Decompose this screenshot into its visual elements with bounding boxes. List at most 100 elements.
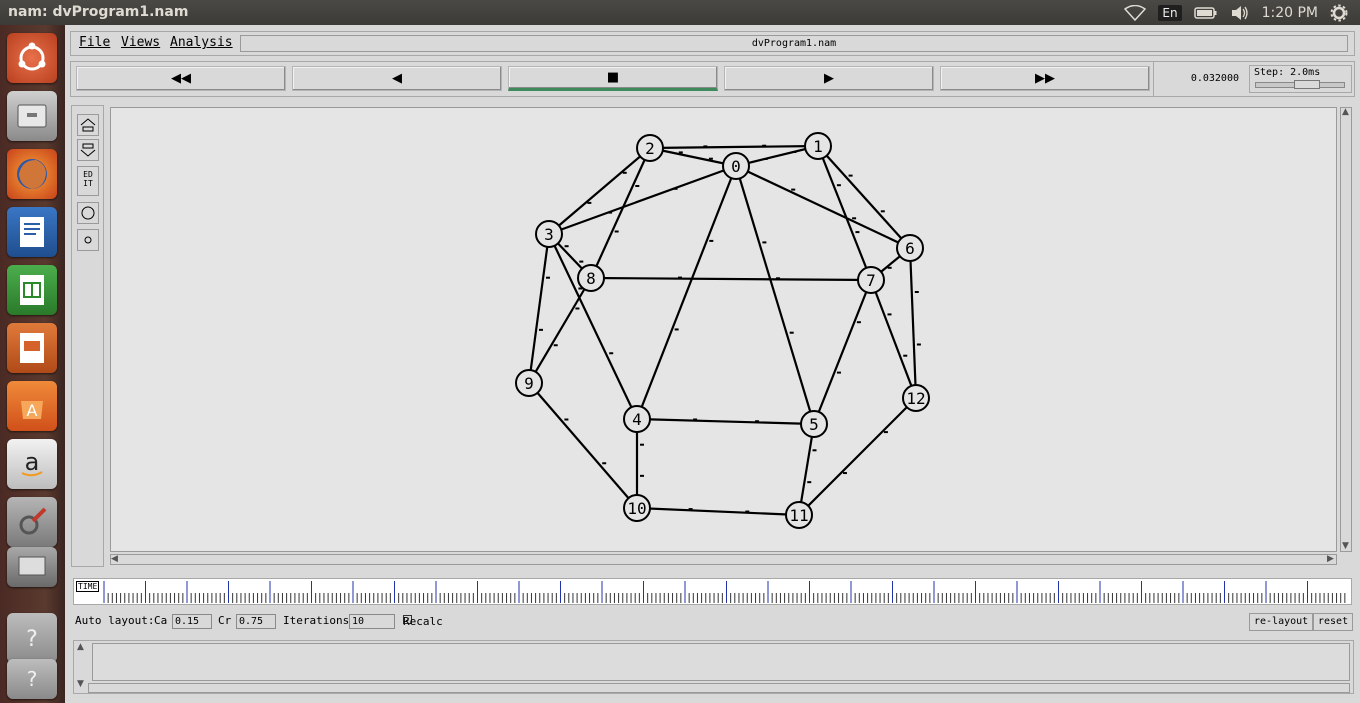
link-7-5[interactable] [812,279,873,425]
system-settings-icon[interactable] [7,497,57,547]
node-11[interactable]: 11 [785,501,813,529]
firefox-icon[interactable] [7,149,57,199]
reset-button[interactable]: reset [1313,613,1354,631]
annotation-list[interactable] [92,643,1350,681]
annotation-pane: ▲ ▼ [73,640,1354,694]
packet [836,184,841,187]
ca-input[interactable] [172,614,212,629]
node-label: 10 [627,499,646,518]
link-9-10[interactable] [528,382,638,509]
workspace-icon[interactable] [7,547,57,587]
iterations-input[interactable] [349,614,395,629]
stop-button[interactable]: ■ [508,66,718,91]
node-label: 9 [524,374,534,393]
small-node-tool-icon[interactable] [77,229,99,251]
packet [762,144,767,147]
link-3-9[interactable] [527,233,551,384]
play-button[interactable]: ▶ [724,66,934,91]
network-canvas[interactable]: 0 1 2 3 4 5 6 7 8 9 10 11 12 [110,107,1337,552]
zoom-out-icon[interactable] [77,139,99,161]
fast-forward-button[interactable]: ▶▶ [940,66,1150,91]
pane-scroll-up-icon[interactable]: ▲ [77,642,84,652]
calc-icon[interactable] [7,265,57,315]
menu-views[interactable]: Views [121,35,160,50]
packet [640,474,644,477]
volume-icon[interactable] [1230,5,1250,21]
trace-filename: dvProgram1.nam [240,35,1348,52]
node-5[interactable]: 5 [800,410,828,438]
packet [762,241,767,244]
help-icon[interactable]: ? [7,613,57,663]
node-2[interactable]: 2 [636,134,664,162]
node-10[interactable]: 10 [623,494,651,522]
pane-scroll-down-icon[interactable]: ▼ [77,679,84,689]
link-6-12[interactable] [908,247,918,399]
link-0-5[interactable] [734,165,816,425]
timeline[interactable]: TIME [73,578,1352,605]
recalc-label: Recalc [403,615,443,628]
node-8[interactable]: 8 [577,264,605,292]
step-slider[interactable]: Step: 2.0ms [1249,65,1352,93]
ubuntu-dash-icon[interactable] [7,33,57,83]
software-center-icon[interactable]: A [7,381,57,431]
link-1-7[interactable] [816,145,873,281]
wifi-icon[interactable] [1124,4,1147,21]
scroll-down-icon[interactable]: ▼ [1342,541,1349,551]
link-2-1[interactable] [649,144,819,150]
node-9[interactable]: 9 [515,369,543,397]
writer-icon[interactable] [7,207,57,257]
clock[interactable]: 1:20 PM [1262,5,1318,21]
node-4[interactable]: 4 [623,405,651,433]
link-2-3[interactable] [548,147,651,235]
playback-controls: ◀◀ ◀ ■ ▶ ▶▶ 0.032000 Step: 2.0ms [70,61,1355,97]
cr-input[interactable] [236,614,276,629]
scroll-up-icon[interactable]: ▲ [1342,107,1349,117]
help-icon-2[interactable]: ? [7,659,57,699]
packet [553,344,558,347]
node-tool-icon[interactable] [77,202,99,224]
menu-analysis[interactable]: Analysis [170,35,233,50]
link-4-5[interactable] [636,417,815,426]
link-0-4[interactable] [635,165,738,420]
gear-icon[interactable] [1330,4,1348,22]
packet [745,510,750,513]
rewind-button[interactable]: ◀◀ [76,66,286,91]
scroll-left-icon[interactable]: ◀ [111,554,118,564]
pane-horizontal-scrollbar[interactable] [88,683,1350,693]
keyboard-layout-indicator[interactable]: En [1158,4,1182,21]
node-7[interactable]: 7 [857,266,885,294]
edit-tool[interactable]: ED IT [77,166,99,196]
step-slider-thumb[interactable] [1294,80,1320,89]
network-graph: 01234 5678910 1112 [515,132,930,529]
packet [688,508,693,511]
step-back-button[interactable]: ◀ [292,66,502,91]
menu-file[interactable]: File [79,35,110,50]
menu-analysis-label: Analysis [170,35,233,50]
node-1[interactable]: 1 [804,132,832,160]
node-0[interactable]: 0 [722,152,750,180]
scroll-right-icon[interactable]: ▶ [1327,554,1334,564]
vertical-scrollbar[interactable] [1340,107,1352,552]
node-12[interactable]: 12 [902,384,930,412]
packet [708,157,713,160]
node-3[interactable]: 3 [535,220,563,248]
amazon-icon[interactable]: a [7,439,57,489]
relayout-button[interactable]: re-layout [1249,613,1314,631]
link-8-7[interactable] [590,276,872,282]
packet [587,201,592,204]
link-2-8[interactable] [589,147,652,279]
files-icon[interactable] [7,91,57,141]
packet [622,171,627,174]
link-3-0[interactable] [548,164,737,236]
battery-icon[interactable] [1193,6,1218,20]
impress-icon[interactable] [7,323,57,373]
svg-text:?: ? [27,667,38,691]
link-0-6[interactable] [735,165,911,249]
node-6[interactable]: 6 [896,234,924,262]
link-1-6[interactable] [817,145,911,249]
horizontal-scrollbar[interactable] [110,554,1337,565]
link-7-12[interactable] [869,279,918,399]
link-10-11[interactable] [636,506,800,517]
zoom-in-icon[interactable] [77,114,99,136]
link-8-9[interactable] [528,277,592,384]
